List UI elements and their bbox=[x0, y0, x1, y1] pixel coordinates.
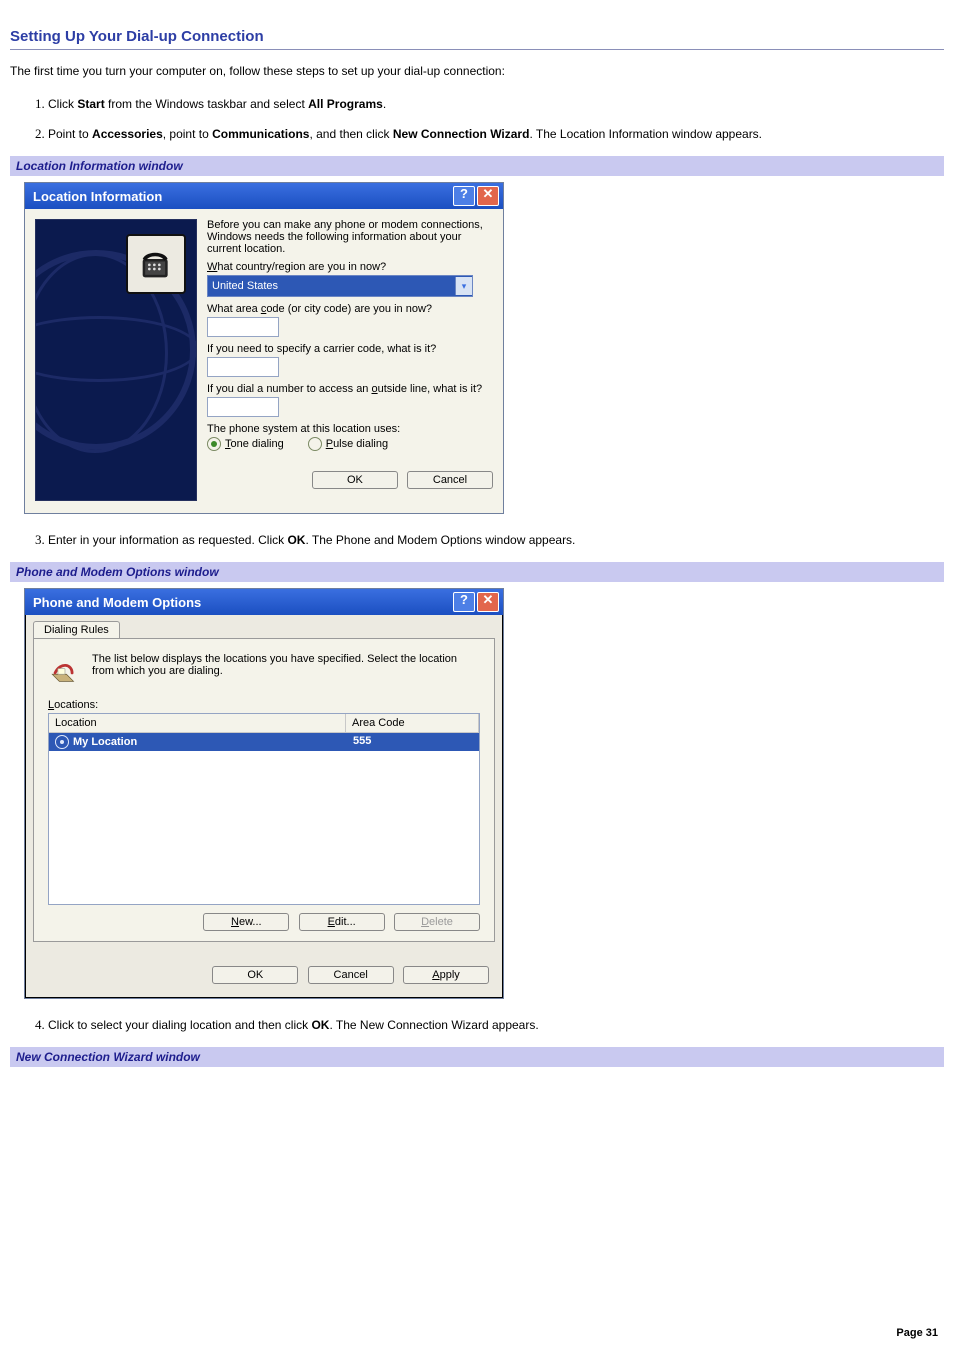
outside-line-label: If you dial a number to access an outsid… bbox=[207, 383, 493, 395]
apply-button[interactable]: Apply bbox=[403, 966, 489, 984]
t: . bbox=[383, 97, 386, 111]
carrier-input[interactable] bbox=[207, 357, 279, 377]
row-location: My Location bbox=[73, 736, 137, 748]
phone-modem-icon bbox=[48, 653, 82, 687]
step-list-cont: Enter in your information as requested. … bbox=[10, 532, 944, 548]
close-icon[interactable]: ✕ bbox=[477, 592, 499, 612]
selected-dot-icon bbox=[55, 735, 69, 749]
t: Click to select your dialing location an… bbox=[48, 1018, 311, 1032]
tab-dialing-rules[interactable]: Dialing Rules bbox=[33, 621, 120, 638]
list-row-selected[interactable]: My Location 555 bbox=[49, 733, 479, 751]
location-information-window: Location Information ? ✕ bbox=[24, 182, 504, 514]
edit-button[interactable]: Edit... bbox=[299, 913, 385, 931]
country-select-value: United States bbox=[212, 280, 278, 292]
pulse-dialing-radio[interactable]: Pulse dialing bbox=[308, 437, 388, 451]
t: OK bbox=[311, 1018, 329, 1032]
t: . The New Connection Wizard appears. bbox=[329, 1018, 538, 1032]
cancel-button[interactable]: Cancel bbox=[407, 471, 493, 489]
step-2: Point to Accessories, point to Communica… bbox=[48, 126, 944, 142]
titlebar: Location Information ? ✕ bbox=[25, 183, 503, 209]
country-label: What country/region are you in now? bbox=[207, 261, 493, 273]
t: Start bbox=[77, 97, 104, 111]
caption-new-connection: New Connection Wizard window bbox=[10, 1047, 944, 1067]
phone-system-label: The phone system at this location uses: bbox=[207, 423, 493, 435]
t: Click bbox=[48, 97, 77, 111]
country-select[interactable]: United States ▾ bbox=[207, 275, 473, 297]
new-button[interactable]: New... bbox=[203, 913, 289, 931]
cancel-button[interactable]: Cancel bbox=[308, 966, 394, 984]
t: Point to bbox=[48, 127, 92, 141]
t: OK bbox=[287, 533, 305, 547]
delete-button: Delete bbox=[394, 913, 480, 931]
phone-modem-window: Phone and Modem Options ? ✕ Dialing Rule… bbox=[24, 588, 504, 999]
t: All Programs bbox=[308, 97, 383, 111]
areacode-label: What area code (or city code) are you in… bbox=[207, 303, 493, 315]
caption-location-info: Location Information window bbox=[10, 156, 944, 176]
step-list-cont2: Click to select your dialing location an… bbox=[10, 1017, 944, 1033]
t: , point to bbox=[163, 127, 212, 141]
list-header: Location Area Code bbox=[49, 714, 479, 733]
help-icon[interactable]: ? bbox=[453, 186, 475, 206]
ok-button[interactable]: OK bbox=[312, 471, 398, 489]
outside-line-input[interactable] bbox=[207, 397, 279, 417]
locations-list[interactable]: Location Area Code My Location 555 bbox=[48, 713, 480, 905]
step-4: Click to select your dialing location an… bbox=[48, 1017, 944, 1033]
section-title: Setting Up Your Dial-up Connection bbox=[10, 28, 944, 45]
help-icon[interactable]: ? bbox=[453, 592, 475, 612]
t: . The Location Information window appear… bbox=[529, 127, 762, 141]
page-number: Page 31 bbox=[896, 1327, 938, 1339]
locations-label: Locations: bbox=[48, 699, 480, 711]
close-icon[interactable]: ✕ bbox=[477, 186, 499, 206]
titlebar-text: Location Information bbox=[29, 189, 451, 204]
caption-phone-modem: Phone and Modem Options window bbox=[10, 562, 944, 582]
step-1: Click Start from the Windows taskbar and… bbox=[48, 96, 944, 112]
areacode-input[interactable] bbox=[207, 317, 279, 337]
sidebar-graphic bbox=[35, 219, 197, 501]
intro-text: The first time you turn your computer on… bbox=[10, 64, 944, 78]
titlebar-text: Phone and Modem Options bbox=[29, 595, 451, 610]
intro: Before you can make any phone or modem c… bbox=[207, 219, 493, 255]
tone-dialing-radio[interactable]: Tone dialing bbox=[207, 437, 284, 451]
t: Accessories bbox=[92, 127, 163, 141]
carrier-label: If you need to specify a carrier code, w… bbox=[207, 343, 493, 355]
row-areacode: 555 bbox=[347, 733, 479, 751]
titlebar: Phone and Modem Options ? ✕ bbox=[25, 589, 503, 615]
description: The list below displays the locations yo… bbox=[92, 653, 480, 677]
t: Communications bbox=[212, 127, 309, 141]
t: , and then click bbox=[309, 127, 392, 141]
t: New Connection Wizard bbox=[393, 127, 530, 141]
phone-icon bbox=[126, 234, 186, 294]
col-location: Location bbox=[49, 714, 346, 732]
t: . The Phone and Modem Options window app… bbox=[305, 533, 575, 547]
chevron-down-icon[interactable]: ▾ bbox=[455, 277, 472, 295]
section-rule bbox=[10, 49, 944, 50]
step-3: Enter in your information as requested. … bbox=[48, 532, 944, 548]
t: from the Windows taskbar and select bbox=[105, 97, 308, 111]
step-list: Click Start from the Windows taskbar and… bbox=[10, 96, 944, 142]
t: Enter in your information as requested. … bbox=[48, 533, 287, 547]
ok-button[interactable]: OK bbox=[212, 966, 298, 984]
col-areacode: Area Code bbox=[346, 714, 479, 732]
